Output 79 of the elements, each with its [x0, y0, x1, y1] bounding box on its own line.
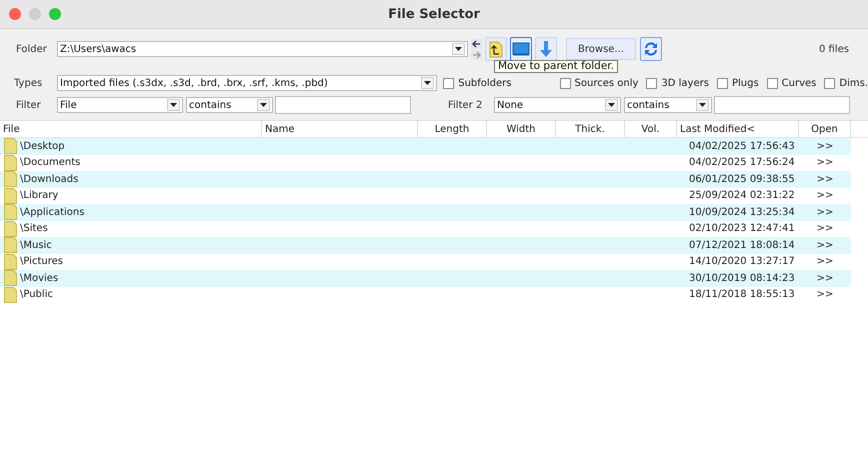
folder-dropdown[interactable]: Z:\Users\awacs	[57, 41, 468, 57]
folder-icon	[4, 237, 17, 254]
filter2-input[interactable]	[714, 96, 850, 114]
filter2-operator-dropdown[interactable]: contains	[624, 97, 712, 113]
column-header[interactable]: Open	[799, 121, 851, 137]
desktop-button[interactable]	[510, 37, 532, 61]
folder-icon	[4, 220, 17, 237]
window-title: File Selector	[388, 6, 480, 22]
folder-icon	[4, 270, 17, 286]
types-dropdown[interactable]: Imported files (.s3dx, .s3d, .brd, .brx, .srf, .kms, .pbd)	[57, 75, 438, 91]
file-name[interactable]: \Public	[20, 289, 53, 300]
option-checkbox[interactable]: Curves	[766, 78, 816, 88]
open-link[interactable]: >>	[816, 140, 834, 152]
modified-date: 07/12/2021 18:08:14	[689, 240, 795, 251]
option-checkbox[interactable]: 3D layers	[646, 78, 709, 88]
open-link[interactable]: >>	[816, 174, 834, 185]
option-checkbox[interactable]: Plugs	[716, 78, 759, 88]
field-label: Filter	[16, 100, 42, 110]
folder-icon	[4, 286, 17, 303]
file-name[interactable]: \Applications	[20, 206, 84, 218]
folder-icon	[4, 171, 17, 188]
modified-date: 14/10/2020 13:27:17	[689, 256, 795, 268]
field-label: Folder	[16, 44, 48, 54]
file-name[interactable]: \Music	[20, 240, 52, 251]
file-name[interactable]: \Desktop	[20, 140, 65, 152]
filter-field-dropdown[interactable]: File	[57, 97, 183, 113]
back-arrow-icon[interactable]	[471, 38, 482, 48]
filter-operator-dropdown[interactable]: contains	[186, 97, 273, 113]
file-name[interactable]: \Movies	[20, 272, 58, 284]
folder-icon	[4, 154, 17, 171]
file-name[interactable]: \Pictures	[20, 256, 63, 268]
open-link[interactable]: >>	[816, 157, 834, 168]
open-link[interactable]: >>	[816, 289, 834, 300]
open-link[interactable]: >>	[816, 240, 834, 251]
open-link[interactable]: >>	[816, 256, 834, 268]
down-arrow-icon	[539, 40, 553, 58]
file-name[interactable]: \Library	[20, 190, 58, 202]
browse-button[interactable]: Browse...	[566, 38, 636, 60]
folder-icon	[4, 254, 17, 270]
column-header[interactable]: Thick.	[556, 121, 625, 137]
option-checkbox[interactable]: Sources only	[560, 78, 638, 88]
monitor-icon	[512, 42, 530, 56]
open-link[interactable]: >>	[816, 272, 834, 284]
folder-icon	[4, 138, 17, 154]
column-header[interactable]: Width	[487, 121, 556, 137]
refresh-icon	[642, 40, 660, 58]
download-button[interactable]	[535, 37, 557, 61]
file-name[interactable]: \Documents	[20, 157, 80, 168]
parent-folder-button[interactable]	[485, 37, 507, 61]
column-header[interactable]: File	[0, 121, 262, 137]
folder-icon	[4, 188, 17, 204]
column-header[interactable]: Name	[262, 121, 418, 137]
modified-date: 18/11/2018 18:55:13	[689, 289, 795, 300]
open-link[interactable]: >>	[816, 223, 834, 234]
folder-up-icon	[489, 40, 503, 58]
open-link[interactable]: >>	[816, 206, 834, 218]
tooltip: Move to parent folder.	[494, 60, 618, 73]
option-checkbox[interactable]: Subfolders	[443, 78, 512, 88]
filter2-field-dropdown[interactable]: None	[494, 97, 621, 113]
refresh-button[interactable]	[640, 37, 662, 61]
folder-icon	[4, 204, 17, 220]
filter-input[interactable]	[275, 96, 411, 114]
field-label: Filter 2	[448, 100, 484, 110]
field-label: Types	[14, 78, 44, 88]
modified-date: 25/09/2024 02:31:22	[689, 190, 795, 202]
file-count: 0 files	[819, 44, 849, 54]
modified-date: 30/10/2019 08:14:23	[689, 272, 795, 284]
column-header[interactable]: Vol.	[625, 121, 677, 137]
modified-date: 10/09/2024 13:25:34	[689, 206, 795, 218]
modified-date: 04/02/2025 17:56:24	[689, 157, 795, 168]
column-header[interactable]: Last Modified<	[677, 121, 799, 137]
option-checkbox[interactable]: Dims.	[824, 78, 868, 88]
file-name[interactable]: \Sites	[20, 223, 48, 234]
modified-date: 04/02/2025 17:56:43	[689, 140, 795, 152]
column-header[interactable]: Length	[418, 121, 487, 137]
modified-date: 06/01/2025 09:38:55	[689, 174, 795, 185]
modified-date: 02/10/2023 12:47:41	[689, 223, 795, 234]
file-name[interactable]: \Downloads	[20, 174, 78, 185]
open-link[interactable]: >>	[816, 190, 834, 202]
